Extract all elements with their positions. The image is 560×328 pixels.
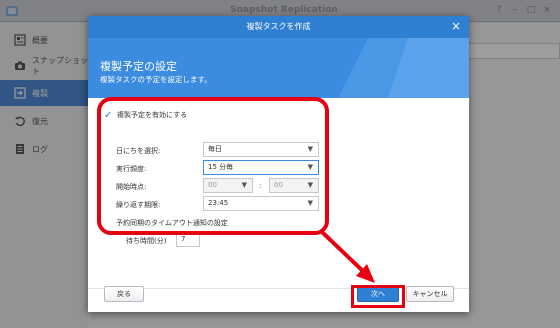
annotation-arrow-icon — [320, 230, 375, 283]
annotation-next-highlight — [351, 285, 405, 308]
